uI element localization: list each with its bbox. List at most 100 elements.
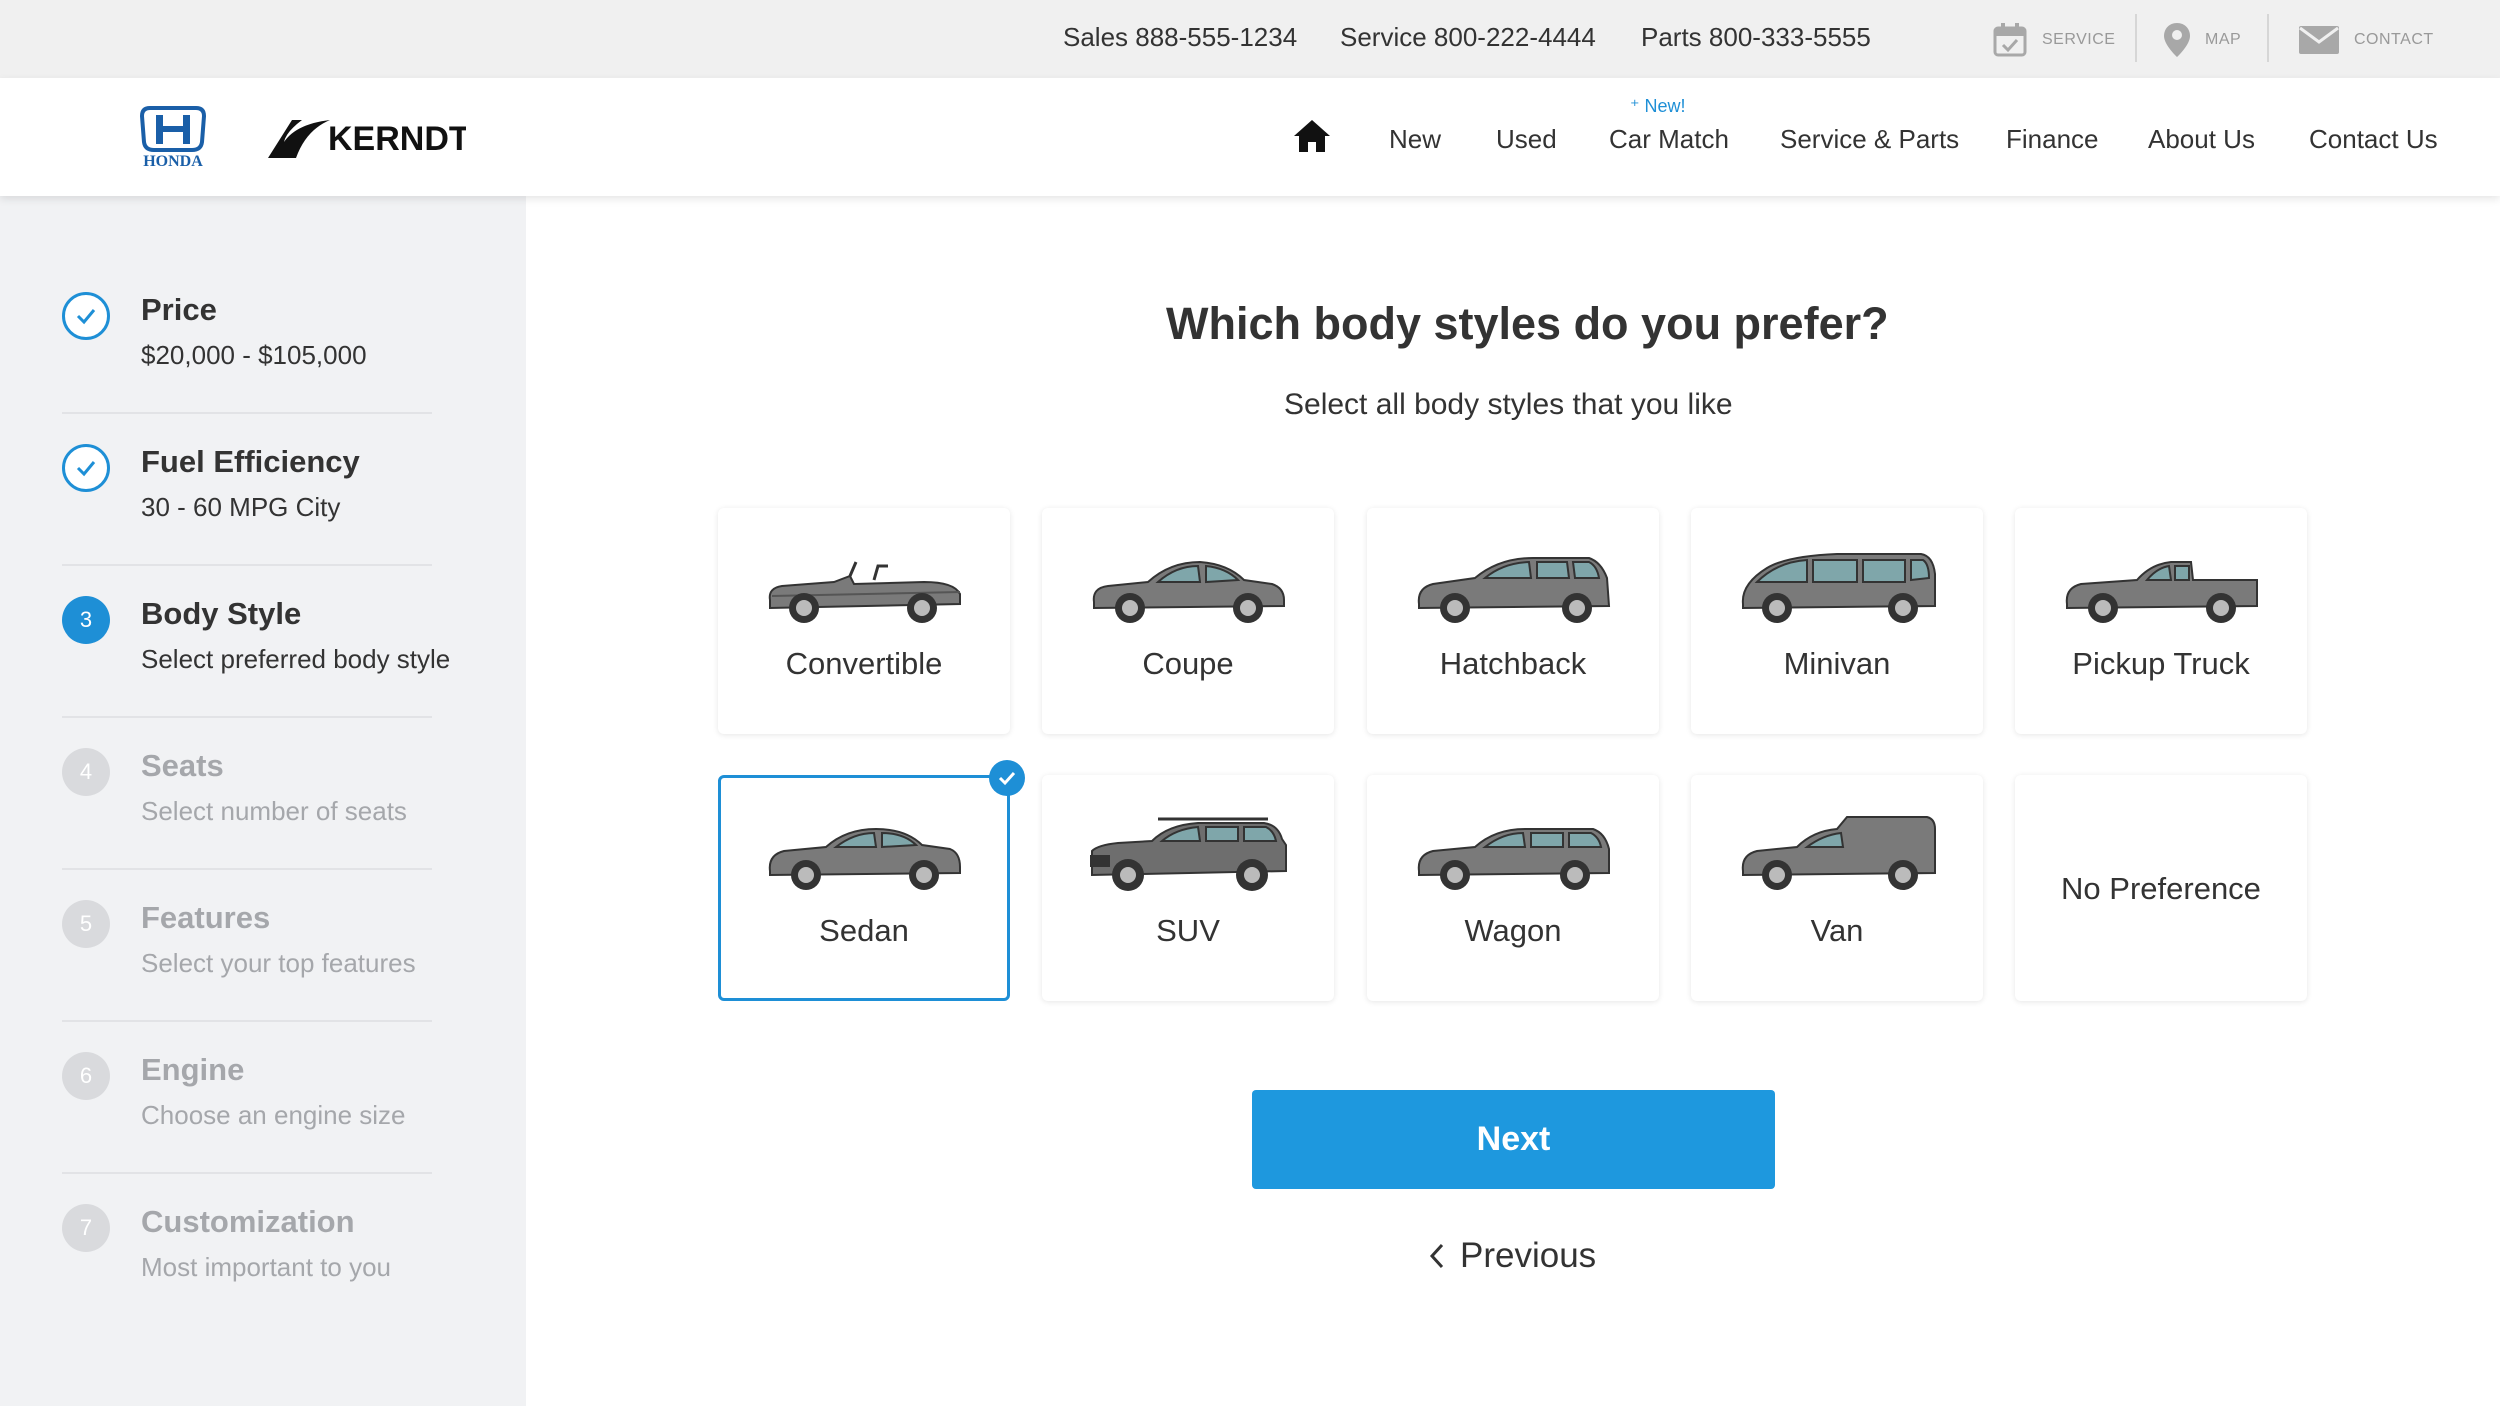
kerndt-logo-text: KERNDT (328, 120, 466, 158)
next-button[interactable]: Next (1252, 1090, 1775, 1189)
site-header: HONDA KERNDT New Used ⁺ New! Car Match S… (0, 78, 2500, 196)
step-body-style[interactable]: 3 Body Style Select preferred body style (62, 596, 450, 748)
step-subtitle: Select number of seats (141, 796, 407, 826)
minivan-car-icon (1741, 553, 1936, 623)
new-badge-label: New! (1644, 96, 1686, 116)
utility-bar: Sales 888-555-1234 Service 800-222-4444 … (0, 0, 2500, 78)
nav-new[interactable]: New (1389, 124, 1441, 155)
option-pickup-truck[interactable]: Pickup Truck (2015, 508, 2307, 734)
step-price[interactable]: Price $20,000 - $105,000 (62, 292, 432, 444)
option-no-preference[interactable]: No Preference (2015, 775, 2307, 1001)
step-features: 5 Features Select your top features (62, 900, 432, 1052)
check-circle-icon (62, 444, 110, 492)
option-coupe[interactable]: Coupe (1042, 508, 1334, 734)
step-fuel-efficiency[interactable]: Fuel Efficiency 30 - 60 MPG City (62, 444, 432, 596)
page-subtitle: Select all body styles that you like (1284, 388, 1733, 421)
step-customization: 7 Customization Most important to you (62, 1204, 432, 1356)
van-car-icon (1741, 816, 1936, 890)
parts-phone[interactable]: Parts 800-333-5555 (1641, 22, 1871, 53)
convertible-car-icon (768, 561, 961, 623)
option-hatchback[interactable]: Hatchback (1367, 508, 1659, 734)
step-divider (62, 1020, 432, 1022)
nav-used[interactable]: Used (1496, 124, 1557, 155)
step-number: 3 (62, 596, 110, 644)
option-label: Hatchback (1439, 646, 1587, 681)
kerndt-logo[interactable]: KERNDT (266, 114, 466, 160)
option-convertible[interactable]: Convertible (718, 508, 1010, 734)
step-seats: 4 Seats Select number of seats (62, 748, 432, 900)
contact-link[interactable]: CONTACT (2298, 18, 2434, 62)
utility-divider (2267, 14, 2269, 62)
step-title: Body Style (141, 596, 302, 631)
step-divider (62, 564, 432, 566)
step-subtitle: Select your top features (141, 948, 416, 978)
sales-phone[interactable]: Sales 888-555-1234 (1063, 22, 1297, 53)
service-phone[interactable]: Service 800-222-4444 (1340, 22, 1596, 53)
previous-link[interactable]: Previous (1428, 1236, 1596, 1276)
option-van[interactable]: Van (1691, 775, 1983, 1001)
contact-link-label: CONTACT (2354, 31, 2434, 48)
option-label: Pickup Truck (2072, 646, 2250, 681)
selected-check-icon (989, 760, 1025, 796)
step-divider (62, 716, 432, 718)
step-title: Engine (141, 1052, 245, 1087)
step-subtitle: $20,000 - $105,000 (141, 340, 367, 370)
suv-car-icon (1090, 817, 1287, 891)
map-link-label: MAP (2205, 31, 2242, 48)
pickup-truck-icon (2065, 561, 2258, 623)
step-title: Price (141, 292, 217, 327)
step-title: Features (141, 900, 271, 935)
map-link[interactable]: MAP (2163, 18, 2241, 62)
step-subtitle: 30 - 60 MPG City (141, 492, 341, 522)
step-title: Fuel Efficiency (141, 444, 360, 479)
option-label: Minivan (1783, 646, 1891, 681)
option-suv[interactable]: SUV (1042, 775, 1334, 1001)
previous-label: Previous (1460, 1236, 1597, 1275)
step-number: 5 (62, 900, 110, 948)
step-subtitle: Select preferred body style (141, 644, 451, 674)
nav-contact-us[interactable]: Contact Us (2309, 124, 2438, 155)
sparkle-icon: ⁺ (1630, 96, 1640, 116)
map-pin-icon (2164, 23, 2190, 57)
option-label: Coupe (1142, 646, 1234, 681)
nav-about-us[interactable]: About Us (2148, 124, 2255, 155)
nav-car-match[interactable]: Car Match (1609, 124, 1729, 155)
step-divider (62, 412, 432, 414)
coupe-car-icon (1092, 560, 1285, 623)
service-link-label: SERVICE (2042, 31, 2116, 48)
hatchback-car-icon (1417, 557, 1611, 623)
option-label: SUV (1156, 913, 1220, 948)
step-subtitle: Choose an engine size (141, 1100, 406, 1130)
nav-finance[interactable]: Finance (2006, 124, 2099, 155)
option-label: Van (1810, 913, 1864, 948)
step-title: Customization (141, 1204, 355, 1239)
wagon-car-icon (1417, 828, 1610, 890)
option-label: Wagon (1464, 913, 1562, 948)
step-divider (62, 1172, 432, 1174)
option-wagon[interactable]: Wagon (1367, 775, 1659, 1001)
sedan-car-icon (768, 827, 961, 890)
new-badge: ⁺ New! (1630, 96, 1686, 117)
service-link[interactable]: SERVICE (1992, 18, 2115, 62)
nav-service-parts[interactable]: Service & Parts (1780, 124, 1959, 155)
utility-divider (2135, 14, 2137, 62)
option-minivan[interactable]: Minivan (1691, 508, 1983, 734)
step-number: 7 (62, 1204, 110, 1252)
step-title: Seats (141, 748, 224, 783)
envelope-icon (2299, 26, 2339, 54)
step-number: 4 (62, 748, 110, 796)
step-subtitle: Most important to you (141, 1252, 391, 1282)
step-engine: 6 Engine Choose an engine size (62, 1052, 432, 1204)
option-sedan[interactable]: Sedan (718, 760, 1025, 1001)
step-divider (62, 868, 432, 870)
home-icon[interactable] (1292, 118, 1332, 154)
honda-logo[interactable]: HONDA (122, 106, 224, 168)
option-label: Convertible (785, 646, 943, 681)
option-label: No Preference (2061, 871, 2261, 906)
honda-logo-text: HONDA (143, 153, 203, 168)
progress-sidebar: Price $20,000 - $105,000 Fuel Efficiency… (0, 196, 526, 1406)
chevron-left-icon (1429, 1243, 1444, 1269)
page-title: Which body styles do you prefer? (1166, 298, 1889, 349)
step-number: 6 (62, 1052, 110, 1100)
calendar-icon (1993, 23, 2027, 57)
